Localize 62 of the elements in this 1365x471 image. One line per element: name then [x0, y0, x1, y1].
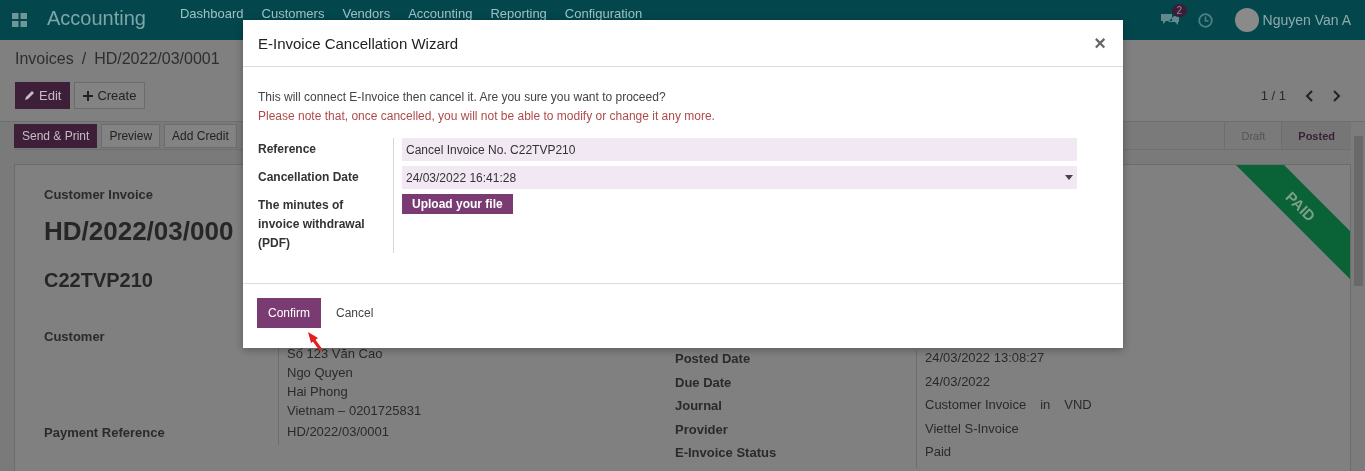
field-value: in: [1040, 397, 1051, 414]
chevron-left-icon[interactable]: [1304, 89, 1314, 102]
clock-icon[interactable]: [1197, 12, 1213, 28]
field-value: HD/2022/03/0001: [287, 424, 390, 439]
menu-item[interactable]: Configuration: [564, 6, 643, 21]
confirmation-message: This will connect E-Invoice then cancel it. Are you sure you want to proceed?: [258, 89, 667, 106]
pencil-icon: [24, 90, 35, 101]
field-value: 24/03/2022 13:08:27: [925, 350, 1045, 367]
invoice-number: C22TVP210: [44, 269, 153, 292]
breadcrumb-separator: /: [81, 50, 87, 69]
menu-item[interactable]: Dashboard: [179, 6, 244, 21]
message-count-badge: 2: [1171, 4, 1188, 17]
field-value: Ngo Quyen: [287, 365, 354, 380]
field-label: E-Invoice Status: [675, 444, 778, 462]
breadcrumb-link[interactable]: Invoices: [15, 50, 74, 74]
field-value: Customer Invoice: [925, 397, 1027, 414]
field-value: 24/03/2022: [925, 373, 991, 391]
plus-icon: [83, 90, 94, 101]
menu-item[interactable]: Customers: [261, 6, 325, 21]
field-label: Due Date: [675, 373, 733, 392]
field-label: Provider: [675, 420, 729, 439]
menu-item[interactable]: Accounting: [408, 6, 473, 21]
date-field[interactable]: 24/03/2022 16:41:28: [402, 166, 1077, 189]
user-name[interactable]: Nguyen Van A: [1262, 12, 1351, 28]
invoice-name: HD/2022/03/000: [44, 216, 234, 247]
field-label: Customer: [44, 328, 106, 346]
reference-field[interactable]: Cancel Invoice No. C22TVP210: [402, 138, 1077, 161]
menu-item[interactable]: Reporting: [490, 6, 547, 21]
field-label: Cancellation Date: [258, 169, 360, 186]
upload-button[interactable]: Upload your file: [402, 194, 513, 214]
header-button[interactable]: Send & Print: [14, 123, 98, 148]
field-label: Reference: [258, 141, 318, 158]
edit-button[interactable]: Edit: [15, 82, 71, 109]
apps-icon[interactable]: [12, 13, 27, 27]
breadcrumb-current: HD/2022/03/0001: [94, 50, 220, 69]
field-value: Paid: [925, 444, 952, 461]
avatar[interactable]: [1234, 8, 1259, 32]
caret-icon: [1065, 175, 1073, 180]
chevron-right-icon[interactable]: [1332, 89, 1342, 102]
pager-text: 1 / 1: [1260, 88, 1286, 103]
create-button[interactable]: Create: [74, 82, 146, 109]
confirm-button[interactable]: Confirm: [257, 298, 321, 328]
field-label: Posted Date: [675, 350, 752, 368]
status-step[interactable]: Posted: [1281, 122, 1351, 149]
field-value: Số 123 Văn Cao: [287, 346, 384, 361]
app-title: Accounting: [47, 7, 146, 30]
arrow-annotation: [308, 332, 323, 351]
header-button[interactable]: Preview: [101, 123, 161, 148]
field-value: Viettel S-Invoice: [925, 420, 1019, 438]
close-button[interactable]: ×: [1092, 31, 1108, 55]
document-type: Customer Invoice: [44, 187, 154, 202]
warning-message: Please note that, once cancelled, you will not be able to modify or change it any more.: [258, 108, 716, 125]
field-value: VND: [1064, 397, 1092, 414]
field-value: Hai Phong: [287, 384, 349, 399]
field-label: The minutes of invoice withdrawal (PDF): [258, 197, 366, 252]
field-label: Journal: [675, 397, 723, 415]
menu-item[interactable]: Vendors: [342, 6, 391, 21]
header-button[interactable]: Add Credit: [164, 123, 237, 148]
field-value: Vietnam – 0201725831: [287, 403, 423, 418]
field-label: Payment Reference: [44, 424, 166, 442]
dialog-title: E-Invoice Cancellation Wizard: [258, 34, 459, 52]
cancel-button[interactable]: Cancel: [325, 298, 385, 328]
